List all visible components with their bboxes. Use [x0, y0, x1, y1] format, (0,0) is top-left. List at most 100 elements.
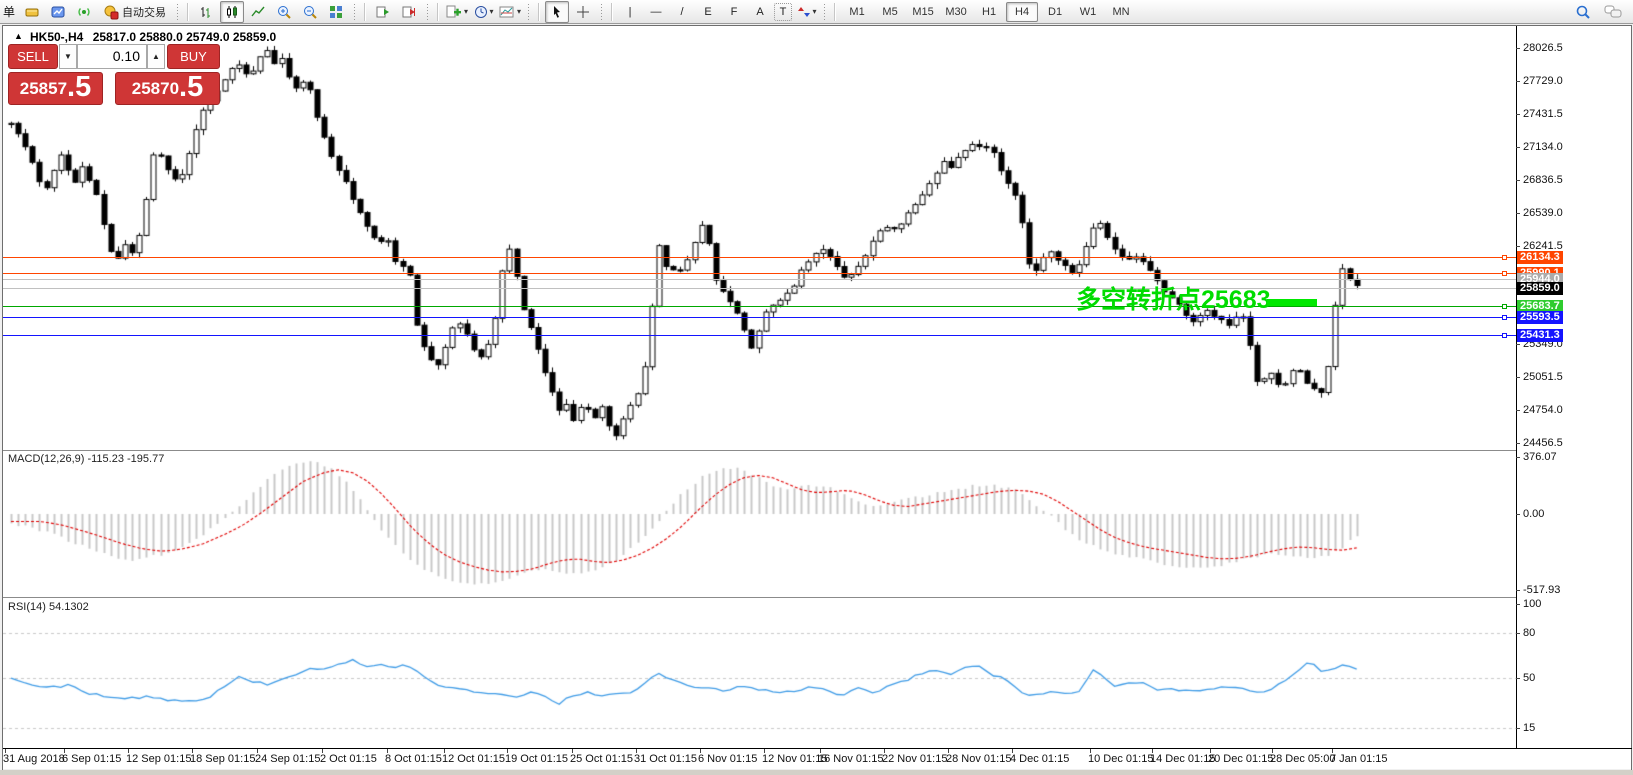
- price-label-25859.0: 25859.0: [1517, 282, 1563, 295]
- sell-price-frac: .5: [67, 73, 91, 102]
- market-watch-icon[interactable]: [46, 1, 70, 23]
- timeframe-w1[interactable]: W1: [1072, 2, 1104, 22]
- splitter-macd-rsi[interactable]: [3, 597, 1516, 599]
- price-tick-label: 24456.5: [1523, 437, 1563, 449]
- template-button[interactable]: ▾: [497, 1, 522, 23]
- date-tick-label: 20 Dec 01:15: [1208, 753, 1273, 765]
- timeframe-m30[interactable]: M30: [940, 2, 972, 22]
- volume-increase-button[interactable]: ▲: [147, 44, 165, 69]
- price-tick: [1516, 81, 1520, 82]
- date-tick-label: 31 Aug 2018: [3, 753, 65, 765]
- date-tick-label: 28 Nov 01:15: [946, 753, 1011, 765]
- new-order-button-truncated[interactable]: 单: [0, 3, 18, 20]
- main-toolbar: 单 自动交易 ▾ ▾ ▾ |—/EFAT ▾ M1M5M15M30H1H4D1W…: [0, 0, 1633, 24]
- sell-price-int: 25857: [20, 76, 67, 102]
- sell-price[interactable]: 25857.5: [8, 72, 103, 105]
- chat-icon[interactable]: [1601, 1, 1625, 23]
- equidistant-channel-tool[interactable]: E: [696, 1, 720, 23]
- price-label-26134.3: 26134.3: [1517, 251, 1563, 264]
- sell-button[interactable]: SELL: [8, 44, 58, 69]
- buy-price[interactable]: 25870.5: [115, 72, 220, 105]
- zoom-in-button[interactable]: [272, 1, 296, 23]
- tile-windows-button[interactable]: [324, 1, 348, 23]
- rsi-canvas[interactable]: [3, 599, 1516, 747]
- buy-button[interactable]: BUY: [167, 44, 220, 69]
- price-axis-border: [1516, 26, 1517, 749]
- crosshair-tool[interactable]: [571, 1, 595, 23]
- arrows-tool[interactable]: ▾: [794, 1, 818, 23]
- macd-canvas[interactable]: [3, 452, 1516, 596]
- pivot-annotation-text[interactable]: 多空转折点25683: [1076, 280, 1271, 316]
- price-tick: [1516, 213, 1520, 214]
- timeframe-mn[interactable]: MN: [1105, 2, 1137, 22]
- rsi-tick: [1516, 633, 1520, 634]
- price-tick: [1516, 147, 1520, 148]
- text-label-tool[interactable]: T: [774, 3, 792, 21]
- pivot-highlight-segment[interactable]: [1267, 299, 1317, 306]
- price-tick: [1516, 377, 1520, 378]
- chart-forward-icon[interactable]: [371, 1, 395, 23]
- chart-frame-right: [1631, 25, 1632, 770]
- zoom-out-button[interactable]: [298, 1, 322, 23]
- timeframe-m15[interactable]: M15: [907, 2, 939, 22]
- buy-price-int: 25870: [132, 76, 179, 102]
- splitter-main-macd[interactable]: [3, 450, 1516, 452]
- add-indicator-button[interactable]: ▾: [444, 1, 469, 23]
- price-chart-canvas[interactable]: [3, 27, 1516, 449]
- price-tick: [1516, 246, 1520, 247]
- line-handle[interactable]: [1502, 271, 1507, 276]
- cursor-tool[interactable]: [545, 1, 569, 23]
- one-click-collapse-arrow[interactable]: ▲: [14, 31, 23, 41]
- line-handle[interactable]: [1502, 304, 1507, 309]
- volume-decrease-button[interactable]: ▼: [59, 44, 77, 69]
- timeframe-m1[interactable]: M1: [841, 2, 873, 22]
- price-tick-label: 26539.0: [1523, 207, 1563, 219]
- line-handle[interactable]: [1502, 333, 1507, 338]
- timeframe-h1[interactable]: H1: [973, 2, 1005, 22]
- period-clock-button[interactable]: ▾: [471, 1, 495, 23]
- price-tick-label: 27729.0: [1523, 75, 1563, 87]
- hline-25683.7[interactable]: [3, 306, 1516, 307]
- hline-25593.5[interactable]: [3, 317, 1516, 318]
- fibonacci-tool[interactable]: F: [722, 1, 746, 23]
- timeframe-h4[interactable]: H4: [1006, 2, 1038, 22]
- chart-shift-icon[interactable]: [397, 1, 421, 23]
- volume-input[interactable]: 0.10: [77, 44, 147, 69]
- vertical-line-tool[interactable]: |: [618, 1, 642, 23]
- timeframe-m5[interactable]: M5: [874, 2, 906, 22]
- macd-tick-label: -517.93: [1523, 584, 1560, 596]
- macd-tick-label: 0.00: [1523, 508, 1544, 520]
- timeframe-d1[interactable]: D1: [1039, 2, 1071, 22]
- date-tick-label: 2 Oct 01:15: [320, 753, 377, 765]
- date-tick-label: 12 Oct 01:15: [442, 753, 505, 765]
- autotrading-icon: [103, 4, 119, 20]
- autotrading-button[interactable]: 自动交易: [98, 1, 171, 23]
- gold-ingot-icon[interactable]: [20, 1, 44, 23]
- hline-25431.3[interactable]: [3, 335, 1516, 336]
- date-tick-label: 6 Sep 01:15: [62, 753, 121, 765]
- line-handle[interactable]: [1502, 255, 1507, 260]
- hline-25990.1[interactable]: [3, 273, 1516, 274]
- search-icon[interactable]: [1571, 1, 1595, 23]
- hline-25944.0[interactable]: [3, 279, 1516, 280]
- bar-chart-mode-button[interactable]: [194, 1, 218, 23]
- signal-icon[interactable]: [72, 1, 96, 23]
- date-tick-label: 12 Sep 01:15: [126, 753, 191, 765]
- hline-26134.3[interactable]: [3, 257, 1516, 258]
- rsi-tick: [1516, 728, 1520, 729]
- autotrading-label: 自动交易: [122, 4, 166, 20]
- text-tool[interactable]: A: [748, 1, 772, 23]
- date-tick-label: 7 Jan 01:15: [1330, 753, 1388, 765]
- price-label-25593.5: 25593.5: [1517, 311, 1563, 324]
- macd-tick-label: 376.07: [1523, 451, 1557, 463]
- rsi-tick-label: 50: [1523, 672, 1535, 684]
- rsi-tick-label: 15: [1523, 722, 1535, 734]
- horizontal-line-tool[interactable]: —: [644, 1, 668, 23]
- line-handle[interactable]: [1502, 315, 1507, 320]
- line-chart-mode-button[interactable]: [246, 1, 270, 23]
- trendline-tool[interactable]: /: [670, 1, 694, 23]
- price-tick: [1516, 114, 1520, 115]
- hline-25859.0[interactable]: [3, 288, 1516, 289]
- candlestick-mode-button[interactable]: [220, 1, 244, 23]
- price-tick: [1516, 48, 1520, 49]
